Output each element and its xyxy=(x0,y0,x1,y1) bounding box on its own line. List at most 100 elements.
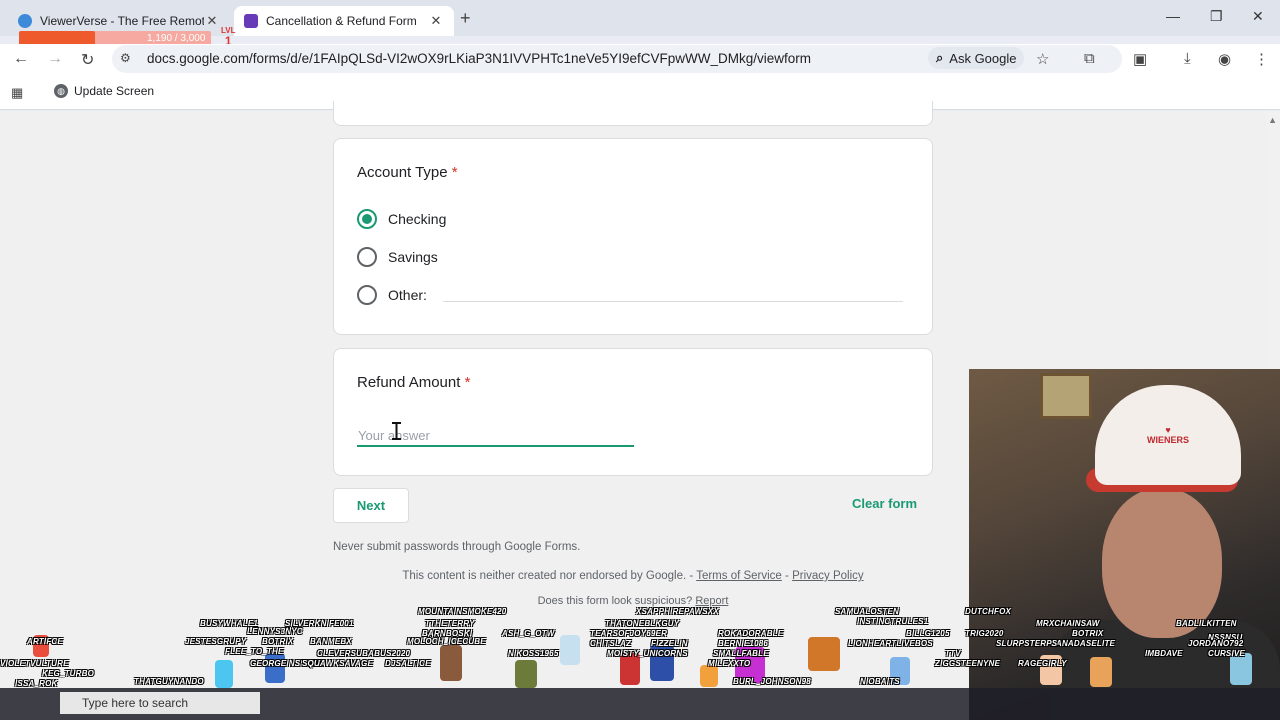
close-window-icon[interactable]: ✕ xyxy=(1252,8,1264,25)
tab-cancellation-form[interactable]: Cancellation & Refund Form ✕ xyxy=(234,6,454,36)
chatter-name: IMBDAVE xyxy=(1145,649,1183,658)
required-asterisk: * xyxy=(464,374,471,391)
clear-form-button[interactable]: Clear form xyxy=(852,496,917,511)
chatter-name: TEARSOFJOY69ER xyxy=(590,629,668,638)
chatter-name: THATONEBLKGUY xyxy=(605,619,680,628)
chatter-overlay: BUSYWHALE1 SILVERKNIFE001 MOUNTAINSMOKE420… xyxy=(0,605,1280,720)
chatter-name: ISSA_ROK xyxy=(15,679,58,688)
menu-icon[interactable]: ⋮ xyxy=(1254,50,1269,68)
apps-grid-icon[interactable]: ▦ xyxy=(11,85,23,101)
chatter-name: MILEXXTO xyxy=(708,659,751,668)
previous-question-card xyxy=(333,101,933,126)
chatter-name: SMALLFABLE xyxy=(713,649,769,658)
radio-option-checking[interactable]: Checking xyxy=(357,209,446,229)
tab-title: ViewerVerse - The Free Remote xyxy=(40,14,204,28)
chatter-avatar-sprite xyxy=(560,635,580,665)
chatter-name: JORDANO792 xyxy=(1188,639,1244,648)
chatter-name: DUTCHFOX xyxy=(965,607,1012,616)
chatter-name: FLEE_TO_THE xyxy=(225,647,284,656)
chatter-name: MOUNTAINSMOKE420 xyxy=(418,607,507,616)
question-title: Account Type * xyxy=(357,164,458,181)
chatter-name: MRXCHAINSAW xyxy=(1036,619,1100,628)
forward-icon[interactable]: → xyxy=(47,50,63,68)
chatter-name: XSAPPHIREPAWSXX xyxy=(636,607,719,616)
refund-amount-title: Refund Amount xyxy=(357,374,461,391)
radio-option-other[interactable]: Other: xyxy=(357,285,427,305)
chatter-name: FIZZELIN xyxy=(651,639,688,648)
back-icon[interactable]: ← xyxy=(13,50,29,68)
bookmark-label: Update Screen xyxy=(74,84,155,98)
radio-checked-icon[interactable] xyxy=(357,209,377,229)
google-forms-icon xyxy=(244,14,258,28)
option-label: Savings xyxy=(388,249,438,265)
chatter-name: VIOLETVULTURE xyxy=(0,659,69,668)
chatter-name: BOTRIX xyxy=(262,637,294,646)
scroll-up-arrow-icon[interactable]: ▲ xyxy=(1268,115,1277,125)
close-tab-icon[interactable]: ✕ xyxy=(204,13,220,29)
question-title: Refund Amount * xyxy=(357,374,470,391)
bookmark-globe-icon: ◍ xyxy=(54,84,68,98)
privacy-link[interactable]: Privacy Policy xyxy=(792,570,864,582)
chatter-name: ARTIFCE xyxy=(27,637,63,646)
bookmark-star-icon[interactable]: ☆ xyxy=(1036,50,1049,68)
chatter-avatar-sprite xyxy=(440,645,462,681)
chatter-name: LENNYS3NYC xyxy=(247,627,303,636)
tab-search-icon[interactable]: ▣ xyxy=(1133,50,1147,68)
account-type-title: Account Type xyxy=(357,164,448,181)
chatter-name: CHITSLAZ xyxy=(590,639,632,648)
chatter-name: NIKOSS1965 xyxy=(508,649,559,658)
bookmark-update-screen[interactable]: ◍ Update Screen xyxy=(54,84,154,98)
chatter-name: INSTINCTRULES1 xyxy=(857,617,929,626)
chatter-name: TTV xyxy=(945,649,961,658)
radio-option-savings[interactable]: Savings xyxy=(357,247,438,267)
option-label: Other: xyxy=(388,287,427,303)
refund-amount-card: Refund Amount * xyxy=(333,348,933,476)
chatter-name: LIONHEARTLIVEBOS xyxy=(848,639,933,648)
next-button[interactable]: Next xyxy=(333,488,409,523)
chatter-avatar-sprite xyxy=(215,660,233,688)
chatter-avatar-sprite xyxy=(1090,657,1112,687)
chatter-name: KEG_TURBO xyxy=(42,669,95,678)
tab-title: Cancellation & Refund Form xyxy=(266,14,417,28)
radio-unchecked-icon[interactable] xyxy=(357,285,377,305)
chatter-name: ROKADORABLE xyxy=(718,629,784,638)
other-text-input[interactable] xyxy=(443,301,903,302)
chatter-avatar-sprite xyxy=(808,637,840,671)
terms-link[interactable]: Terms of Service xyxy=(696,570,782,582)
chatter-name: SQUAWKSAVAGE xyxy=(302,659,373,668)
separator: - xyxy=(785,570,789,582)
chatter-name: SAMUALOSTEN xyxy=(835,607,899,616)
cap-logo: ♥ WIENERS xyxy=(1146,425,1189,445)
minimize-icon[interactable]: — xyxy=(1166,8,1180,24)
close-tab-icon[interactable]: ✕ xyxy=(428,13,444,29)
new-tab-icon[interactable]: + xyxy=(460,8,471,29)
chatter-name: THATGUYNANDO xyxy=(134,677,204,686)
chatter-name: TRIG2020 xyxy=(965,629,1004,638)
disclaimer-text: This content is neither created nor endo… xyxy=(402,570,694,582)
chatter-name: BILLG1205 xyxy=(906,629,950,638)
ask-google-label: Ask Google xyxy=(949,50,1017,66)
profile-icon[interactable]: ◉ xyxy=(1218,50,1231,68)
site-settings-icon[interactable]: ⚙ xyxy=(120,51,131,65)
reload-icon[interactable]: ↻ xyxy=(81,50,94,70)
chatter-name: SLURPSTERPS xyxy=(996,639,1058,648)
download-icon[interactable]: ⤓ xyxy=(1184,50,1191,67)
chatter-name: ASH_G_OTW xyxy=(502,629,555,638)
ask-google-button[interactable]: ⌕ Ask Google xyxy=(928,47,1025,69)
chatter-name: BURL_JOHNSON98 xyxy=(733,677,811,686)
text-cursor-icon xyxy=(392,422,401,440)
chatter-name: MOLOCH_ICECUBE xyxy=(407,637,486,646)
chatter-name: DJSALTICE xyxy=(385,659,431,668)
option-label: Checking xyxy=(388,211,447,227)
chatter-avatar-sprite xyxy=(515,660,537,688)
chatter-name: MOISTY_UNICORNS xyxy=(607,649,688,658)
required-asterisk: * xyxy=(451,164,458,181)
url-text[interactable]: docs.google.com/forms/d/e/1FAIpQLSd-VI2w… xyxy=(147,51,907,66)
chatter-name: ZIGGSTEENYNE xyxy=(935,659,1001,668)
chatter-name: BADLILKITTEN xyxy=(1176,619,1237,628)
radio-unchecked-icon[interactable] xyxy=(357,247,377,267)
extensions-icon[interactable]: ⧉ xyxy=(1084,50,1095,67)
chatter-name: CLEVERSUBABUS2020 xyxy=(317,649,411,658)
chatter-name: BOTRIX xyxy=(1072,629,1104,638)
restore-icon[interactable]: ❐ xyxy=(1210,8,1223,25)
